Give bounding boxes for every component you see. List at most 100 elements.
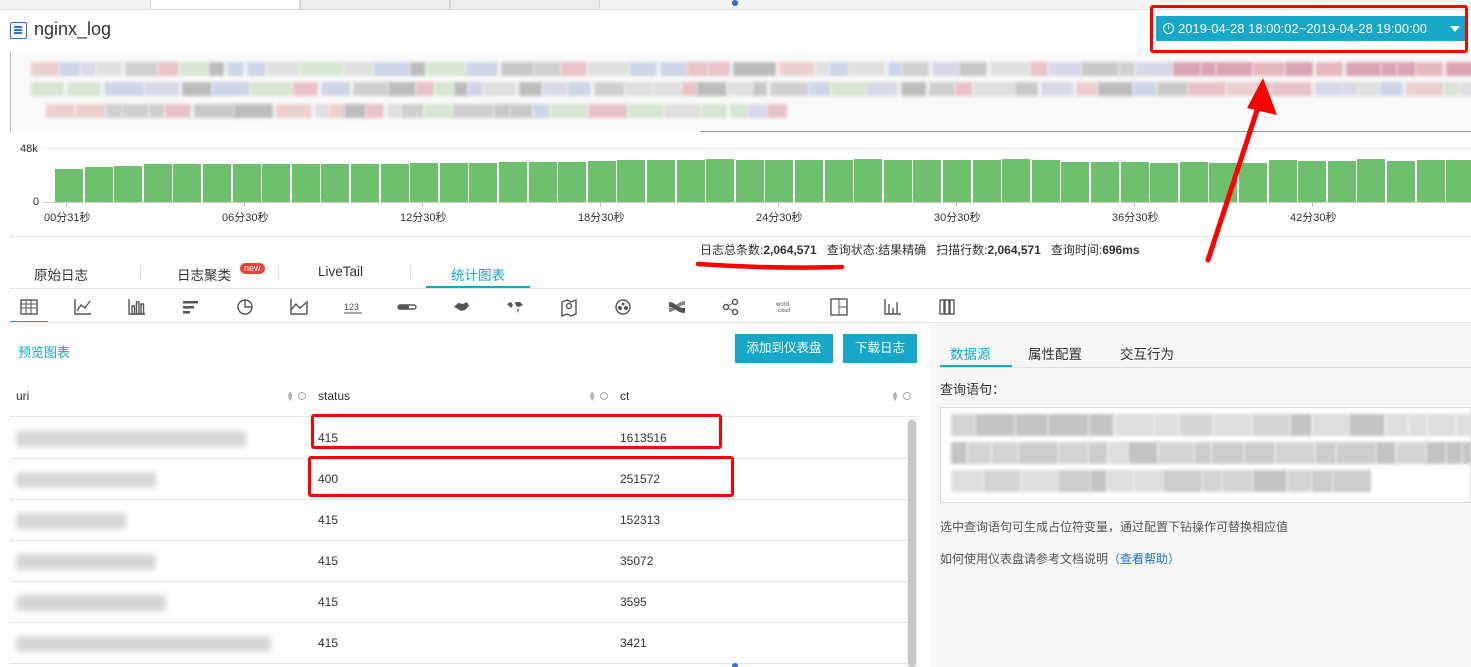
histogram-bar[interactable] (943, 159, 972, 202)
search-icon[interactable] (298, 392, 306, 400)
bar-chart-icon[interactable] (126, 296, 148, 318)
number-icon[interactable]: 123 (342, 296, 364, 318)
histogram-bar[interactable] (587, 160, 616, 202)
sort-icon[interactable]: ▲ ▼ (588, 390, 596, 403)
column-header-ct[interactable]: ct ▲ ▼ (614, 376, 917, 417)
scroll-handle[interactable] (732, 663, 738, 667)
tab-data-source[interactable]: 数据源 (950, 343, 991, 363)
histogram-bar[interactable] (380, 163, 409, 202)
histogram-bar[interactable] (735, 159, 764, 202)
histogram-bar[interactable] (232, 163, 261, 202)
histogram-bar[interactable] (1357, 158, 1386, 202)
scroll-handle[interactable] (732, 0, 738, 6)
geo-map-icon[interactable] (558, 296, 580, 318)
sankey-icon[interactable] (666, 296, 688, 318)
table-row[interactable]: 415 152313 (10, 500, 907, 541)
tab-raw-logs[interactable]: 原始日志 (34, 264, 88, 284)
histogram-bar[interactable] (291, 164, 320, 202)
table-row[interactable]: 415 35072 (10, 541, 907, 582)
annotation-underline (695, 261, 845, 270)
sort-icon[interactable]: ▲ ▼ (286, 390, 294, 403)
blurred-query-text (510, 104, 533, 118)
histogram-bar[interactable] (321, 164, 350, 202)
histogram-bar[interactable] (1298, 160, 1327, 202)
search-icon[interactable] (903, 392, 911, 400)
histogram-bar[interactable] (1387, 160, 1416, 202)
histogram-bar[interactable] (55, 168, 84, 202)
add-to-dashboard-button[interactable]: 添加到仪表盘 (735, 334, 833, 363)
histogram-bar[interactable] (1327, 160, 1356, 202)
table-row[interactable]: 415 3595 (10, 582, 907, 623)
column-header-status[interactable]: status ▲ ▼ (312, 376, 614, 417)
blurred-query-text (1213, 414, 1252, 436)
tab-interaction[interactable]: 交互行为 (1120, 343, 1174, 363)
world-map-icon[interactable] (504, 296, 526, 318)
progress-bar-icon[interactable] (396, 296, 418, 318)
tab-log-clustering[interactable]: 日志聚类 (177, 264, 231, 284)
histogram-bar[interactable] (143, 164, 172, 202)
view-help-link[interactable]: （查看帮助） (1108, 552, 1180, 566)
ct-cell: 3595 (620, 595, 647, 609)
histogram-bar[interactable] (469, 162, 498, 202)
histogram-bar[interactable] (439, 162, 468, 202)
download-logs-button[interactable]: 下载日志 (843, 334, 917, 363)
window-tab[interactable] (450, 0, 600, 10)
pie-chart-icon[interactable] (234, 296, 256, 318)
horizontal-bar-icon[interactable] (180, 296, 202, 318)
histogram-bar[interactable] (765, 159, 794, 202)
table-scrollbar-thumb[interactable] (908, 420, 916, 667)
histogram-bar[interactable] (114, 165, 143, 202)
query-statement-box[interactable] (940, 407, 1471, 503)
word-cloud-icon[interactable]: word cloud (774, 296, 796, 318)
status-cell: 415 (318, 636, 339, 650)
tab-livetail[interactable]: LiveTail (318, 264, 363, 279)
table-icon[interactable] (10, 296, 48, 323)
histogram-bar[interactable] (854, 158, 883, 202)
window-tab[interactable] (300, 0, 450, 10)
graph-icon[interactable] (720, 296, 742, 318)
histogram-bar[interactable] (706, 158, 735, 202)
histogram-bar[interactable] (647, 160, 676, 202)
line-chart-icon[interactable] (72, 296, 94, 318)
histogram-bar[interactable] (1091, 161, 1120, 202)
histogram-bar[interactable] (1150, 162, 1179, 202)
histogram-bar[interactable] (617, 159, 646, 202)
window-tab[interactable] (150, 0, 300, 10)
treemap-icon[interactable] (828, 296, 850, 318)
histogram-bar[interactable] (883, 160, 912, 202)
column-header-uri[interactable]: uri ▲ ▼ (10, 376, 312, 417)
histogram-bar[interactable] (203, 164, 232, 202)
histogram-bar[interactable] (262, 164, 291, 202)
sort-icon[interactable]: ▲ ▼ (891, 390, 899, 403)
tab-property-config[interactable]: 属性配置 (1028, 343, 1082, 363)
blurred-query-text (1381, 62, 1397, 76)
histogram-bar[interactable] (676, 159, 705, 202)
histogram-bar[interactable] (1061, 161, 1090, 202)
histogram-bar[interactable] (173, 164, 202, 202)
area-chart-icon[interactable] (288, 296, 310, 318)
histogram-bar[interactable] (972, 160, 1001, 202)
histogram-bar[interactable] (1446, 159, 1471, 202)
histogram-bar[interactable] (84, 166, 113, 202)
histogram-bar[interactable] (913, 159, 942, 202)
histogram-bar[interactable] (351, 163, 380, 202)
table-row[interactable]: 415 3421 (10, 623, 907, 664)
search-icon[interactable] (600, 392, 608, 400)
histogram-bar[interactable] (1120, 161, 1149, 202)
divider (10, 288, 1471, 289)
histogram-bar[interactable] (558, 161, 587, 202)
matrix-icon[interactable] (936, 296, 958, 318)
flow-chart-icon[interactable] (612, 296, 634, 318)
histogram-bar[interactable] (795, 160, 824, 202)
blurred-query-text (1081, 62, 1119, 76)
column-chart-icon[interactable] (882, 296, 904, 318)
histogram-bar[interactable] (410, 163, 439, 202)
histogram-bar[interactable] (1416, 159, 1445, 202)
histogram-bar[interactable] (824, 159, 853, 202)
histogram-bar[interactable] (1002, 158, 1031, 202)
histogram-bar[interactable] (499, 162, 528, 202)
china-map-icon[interactable] (450, 296, 472, 318)
histogram-bar[interactable] (528, 161, 557, 202)
histogram-bar[interactable] (1031, 159, 1060, 202)
tab-statistics-chart[interactable]: 统计图表 (451, 264, 505, 284)
